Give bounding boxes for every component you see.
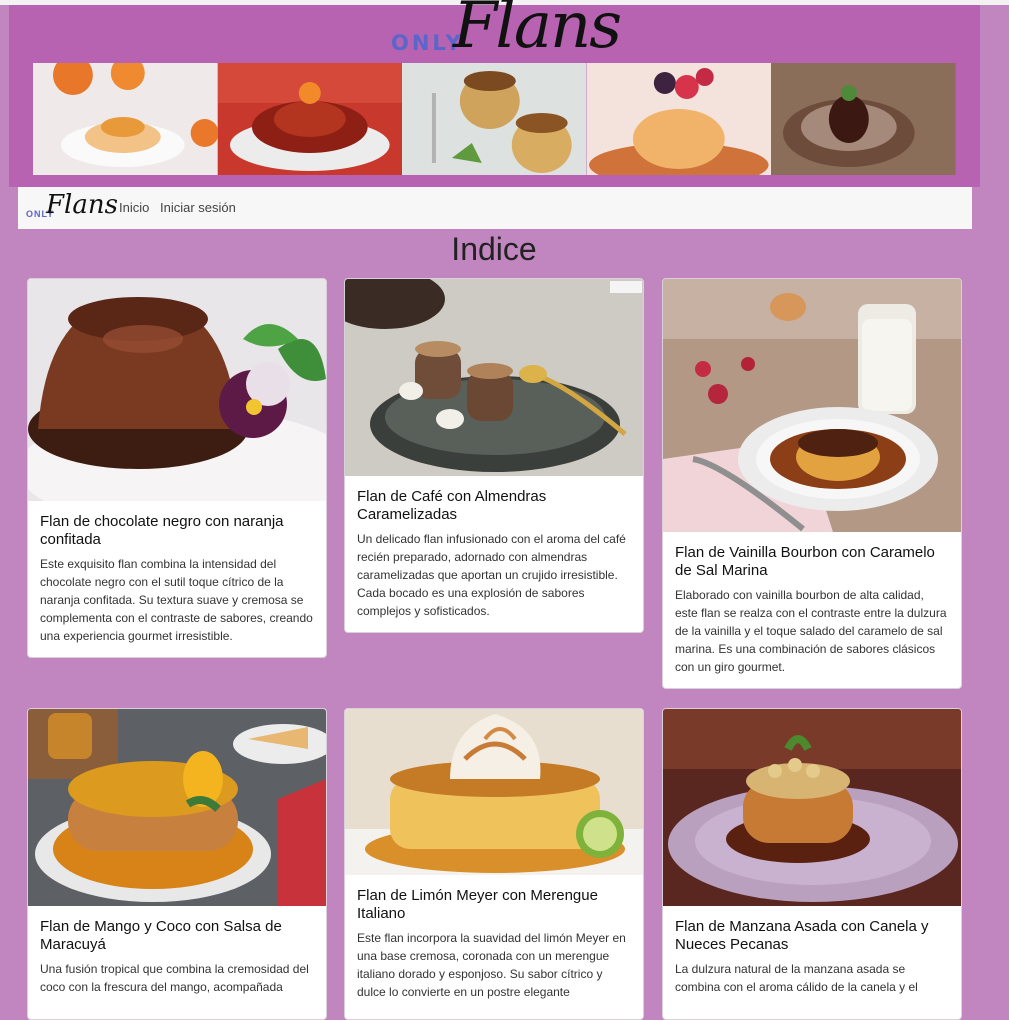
card-description: La dulzura natural de la manzana asada s… (675, 962, 918, 994)
flan-card-cafe-almendras[interactable]: Flan de Café con Almendras Caramelizadas… (344, 278, 644, 633)
navbar-brand-logo[interactable]: ONLY Flans (26, 190, 118, 224)
card-description: Un delicado flan infusionado con el arom… (357, 532, 626, 618)
card-title: Flan de chocolate negro con naranja conf… (40, 513, 284, 548)
header-banner: ONLY Flans (9, 0, 980, 187)
banner-photo-berry-flan (586, 63, 772, 175)
card-image-mango-flan (28, 709, 326, 906)
brand-logo[interactable]: ONLY Flans (383, 0, 623, 65)
flan-card-mango-coco[interactable]: Flan de Mango y Coco con Salsa de Maracu… (27, 708, 327, 1020)
card-description: Una fusión tropical que combina la cremo… (40, 962, 309, 994)
card-image-apple-flan (663, 709, 961, 906)
card-title: Flan de Manzana Asada con Canela y Nuece… (675, 918, 929, 953)
nav-link-inicio[interactable]: Inicio (119, 200, 149, 215)
navbar-logo-name: Flans (46, 190, 118, 220)
card-image-chocolate-flan (28, 279, 326, 501)
logo-name: Flans (453, 0, 622, 63)
navbar: ONLY Flans Inicio Iniciar sesión (18, 187, 972, 229)
banner-photo-strip (33, 63, 956, 175)
banner-photo-chocolate-flan (771, 63, 956, 175)
card-title: Flan de Café con Almendras Caramelizadas (357, 488, 547, 523)
nav-link-iniciar-sesion[interactable]: Iniciar sesión (160, 200, 236, 215)
banner-photo-two-flans (402, 63, 587, 175)
card-description: Este flan incorpora la suavidad del limó… (357, 931, 626, 999)
card-image-vanilla-flan (663, 279, 961, 532)
card-description: Este exquisito flan combina la intensida… (40, 557, 313, 643)
flan-card-vainilla-bourbon[interactable]: Flan de Vainilla Bourbon con Caramelo de… (662, 278, 962, 689)
flan-card-chocolate-naranja[interactable]: Flan de chocolate negro con naranja conf… (27, 278, 327, 658)
card-image-coffee-flan (345, 279, 643, 476)
card-title: Flan de Limón Meyer con Merengue Italian… (357, 887, 598, 922)
flan-card-limon-merengue[interactable]: Flan de Limón Meyer con Merengue Italian… (344, 708, 644, 1020)
flan-card-manzana-canela[interactable]: Flan de Manzana Asada con Canela y Nuece… (662, 708, 962, 1020)
card-title: Flan de Vainilla Bourbon con Caramelo de… (675, 544, 935, 579)
card-description: Elaborado con vainilla bourbon de alta c… (675, 588, 947, 674)
banner-photo-orange-flan (33, 63, 218, 175)
card-image-lemon-flan (345, 709, 643, 875)
page-title: Indice (451, 231, 537, 267)
card-title: Flan de Mango y Coco con Salsa de Maracu… (40, 918, 282, 953)
banner-photo-caramel-flan (217, 63, 403, 175)
